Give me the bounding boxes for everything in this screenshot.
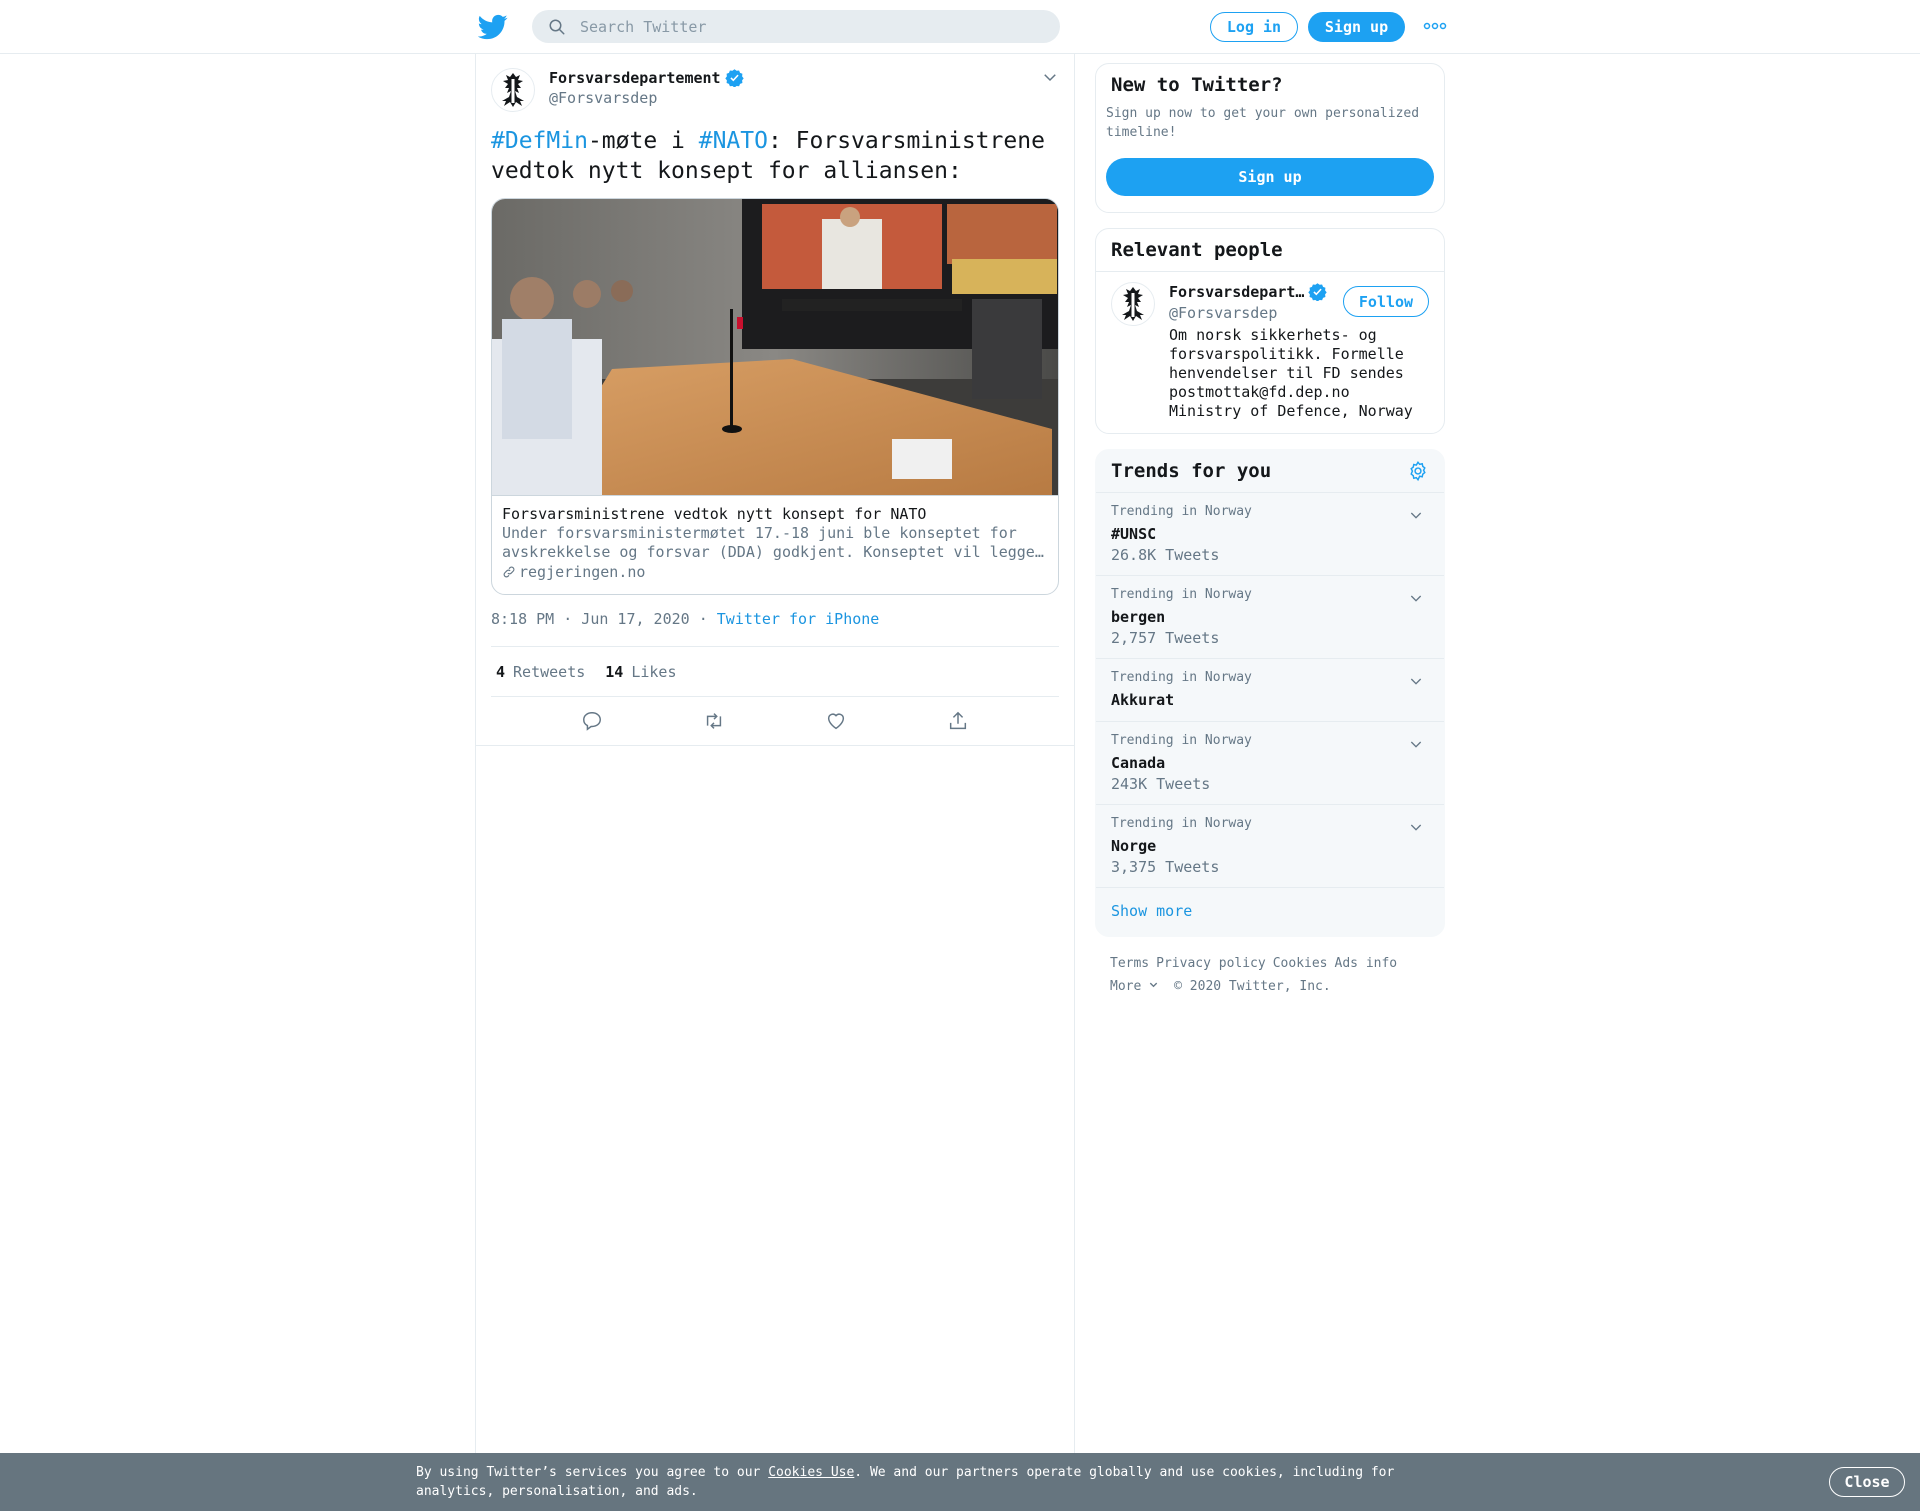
share-icon[interactable]: [947, 710, 969, 732]
cookie-text: By using Twitter’s services you agree to…: [416, 1465, 1395, 1499]
search-input[interactable]: [580, 17, 1020, 36]
chevron-down-icon[interactable]: [1408, 590, 1424, 606]
signup-button[interactable]: Sign up: [1308, 12, 1405, 42]
trends-title: Trends for you: [1111, 460, 1272, 482]
trend-item[interactable]: Trending in Norway bergen 2,757 Tweets: [1096, 576, 1444, 659]
chevron-down-icon[interactable]: [1408, 673, 1424, 689]
norwegian-lion-logo: [1122, 287, 1144, 321]
hashtag-link[interactable]: #DefMin: [491, 128, 588, 154]
link-icon: [503, 566, 515, 578]
tweet-actions: [491, 697, 1059, 745]
new-to-twitter-title: New to Twitter?: [1111, 74, 1283, 96]
author-handle[interactable]: @Forsvarsdep: [549, 89, 744, 107]
main-column: Forsvarsdepartement @Forsvarsdep #DefMin…: [475, 54, 1075, 1454]
chevron-down-icon[interactable]: [1408, 736, 1424, 752]
verified-badge-icon: [1308, 283, 1328, 301]
retweet-icon[interactable]: [703, 710, 725, 732]
twitter-bird-icon[interactable]: [478, 12, 508, 42]
norwegian-lion-logo: [502, 73, 524, 107]
ads-info-link[interactable]: Ads info: [1335, 956, 1398, 971]
tweet-author: Forsvarsdepartement @Forsvarsdep: [491, 66, 1059, 118]
relevant-person[interactable]: Forsvarsdepart… @Forsvarsdep Om norsk si…: [1096, 272, 1444, 433]
relevant-people-title: Relevant people: [1096, 229, 1444, 272]
follow-button[interactable]: Follow: [1343, 286, 1429, 317]
search-bar[interactable]: [532, 10, 1060, 43]
search-icon: [549, 19, 565, 34]
likes-stat[interactable]: 14 Likes: [605, 663, 676, 681]
card-description: Under forsvarsministermøtet 17.-18 juni …: [502, 524, 1044, 561]
trend-item[interactable]: Trending in Norway Norge 3,375 Tweets: [1096, 805, 1444, 888]
sidebar-signup-button[interactable]: Sign up: [1106, 158, 1434, 196]
divider: [476, 745, 1075, 746]
gear-icon[interactable]: [1407, 460, 1429, 482]
chevron-down-icon[interactable]: [1041, 68, 1059, 86]
cookies-link[interactable]: Cookies: [1273, 956, 1328, 971]
tweet-stats: 4 Retweets 14 Likes: [491, 647, 1059, 697]
verified-badge-icon: [724, 69, 744, 87]
heart-icon[interactable]: [825, 710, 847, 732]
trend-item[interactable]: Trending in Norway #UNSC 26.8K Tweets: [1096, 493, 1444, 576]
tweet-timestamp: 8:18 PM · Jun 17, 2020 · Twitter for iPh…: [491, 607, 1059, 647]
cookies-use-link[interactable]: Cookies Use: [768, 1465, 854, 1480]
trends-box: Trends for you Trending in Norway #UNSC …: [1095, 449, 1445, 937]
top-navigation-bar: Log in Sign up: [0, 0, 1920, 54]
card-domain: regjeringen.no: [502, 562, 1048, 582]
link-card[interactable]: Forsvarsministrene vedtok nytt konsept f…: [491, 198, 1059, 595]
tweet: Forsvarsdepartement @Forsvarsdep #DefMin…: [476, 54, 1075, 746]
reply-icon[interactable]: [581, 710, 603, 732]
new-to-twitter-box: New to Twitter? Sign up now to get your …: [1095, 63, 1445, 213]
privacy-link[interactable]: Privacy policy: [1156, 956, 1266, 971]
author-display-name[interactable]: Forsvarsdepartement: [549, 68, 744, 87]
close-cookie-button[interactable]: Close: [1829, 1467, 1905, 1497]
copyright: © 2020 Twitter, Inc.: [1174, 979, 1331, 994]
card-title: Forsvarsministrene vedtok nytt konsept f…: [502, 505, 927, 523]
show-more-link[interactable]: Show more: [1096, 888, 1444, 936]
relevant-person-bio: Om norsk sikkerhets- og forsvarspolitikk…: [1169, 326, 1413, 420]
cookie-banner: By using Twitter’s services you agree to…: [0, 1453, 1920, 1511]
card-image: [492, 199, 1058, 495]
terms-link[interactable]: Terms: [1110, 956, 1149, 971]
chevron-down-icon[interactable]: [1408, 507, 1424, 523]
avatar[interactable]: [491, 68, 535, 112]
retweets-stat[interactable]: 4 Retweets: [496, 663, 585, 681]
tweet-source-link[interactable]: Twitter for iPhone: [717, 610, 880, 628]
chevron-down-icon: [1150, 982, 1158, 988]
avatar[interactable]: [1111, 282, 1155, 326]
chevron-down-icon[interactable]: [1408, 819, 1424, 835]
trend-item[interactable]: Trending in Norway Canada 243K Tweets: [1096, 722, 1444, 805]
sidebar: New to Twitter? Sign up now to get your …: [1095, 63, 1445, 998]
footer-links: Terms Privacy policy Cookies Ads info More …: [1095, 952, 1445, 998]
tweet-text: #DefMin-møte i #NATO: Forsvarsministrene…: [491, 128, 1045, 184]
new-to-twitter-description: Sign up now to get your own personalized…: [1106, 106, 1420, 140]
trend-item[interactable]: Trending in Norway Akkurat: [1096, 659, 1444, 722]
hashtag-link[interactable]: #NATO: [699, 128, 768, 154]
relevant-people-box: Relevant people Forsvarsdepart… @Forsvar…: [1095, 228, 1445, 434]
login-button[interactable]: Log in: [1210, 12, 1298, 42]
more-dots-icon[interactable]: [1423, 18, 1447, 34]
more-link[interactable]: More: [1110, 979, 1159, 994]
